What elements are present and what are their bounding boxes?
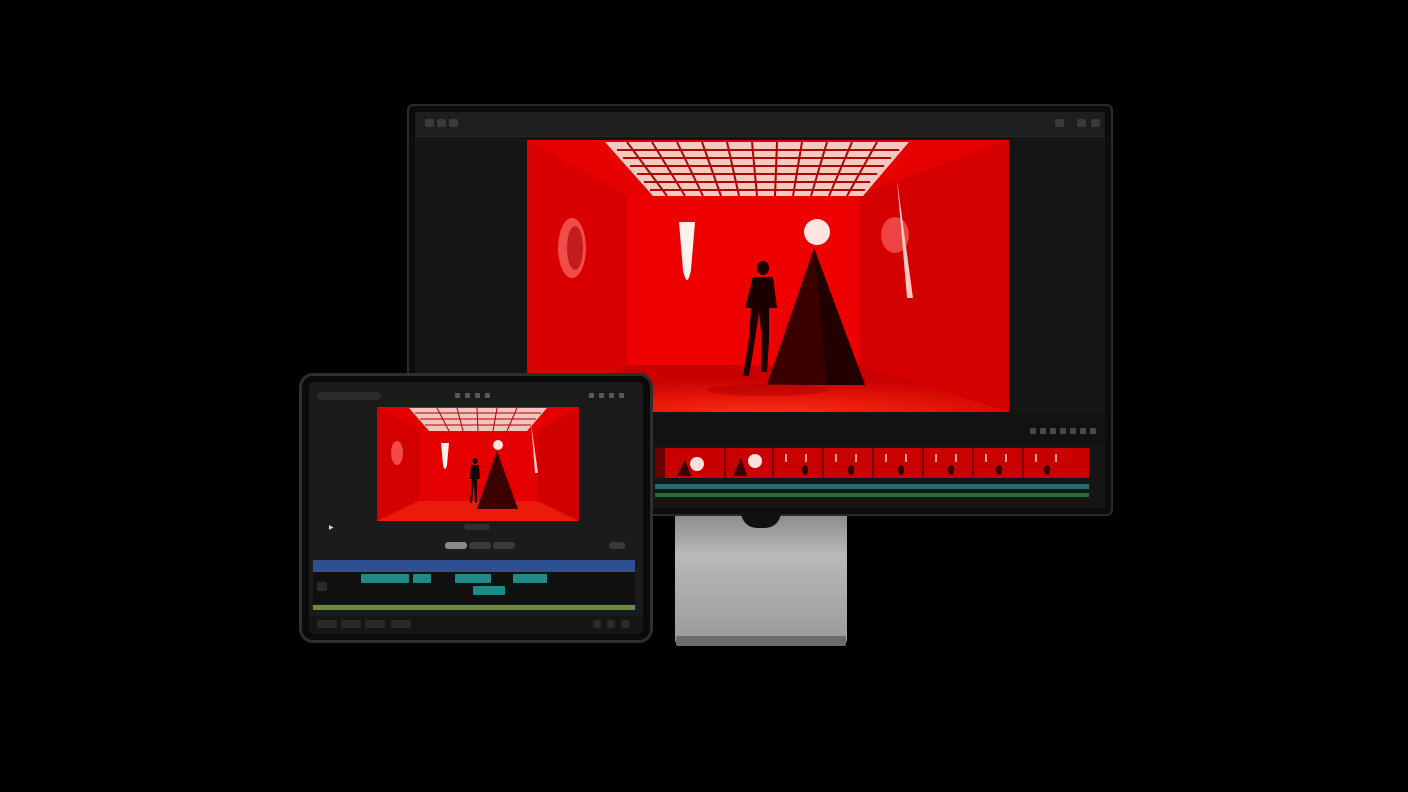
connected-clips-area: [313, 572, 635, 604]
video-viewer[interactable]: [527, 140, 1009, 412]
timeline-clip[interactable]: [361, 574, 409, 583]
bottom-toolbar-button[interactable]: [391, 620, 411, 628]
display-stand-base: [676, 636, 846, 646]
bottom-toolbar-icon[interactable]: [621, 620, 629, 628]
timecode-display: [464, 524, 490, 530]
track-control[interactable]: [317, 582, 327, 591]
control-icon[interactable]: [1050, 428, 1056, 434]
primary-storyline[interactable]: [313, 560, 635, 572]
ipad-device: ▶: [299, 373, 653, 643]
toolbar-icon[interactable]: [609, 393, 614, 398]
segment-button[interactable]: [493, 542, 515, 549]
timeline-option-button[interactable]: [609, 542, 625, 549]
final-cut-pro-ipad: ▶: [309, 382, 643, 634]
toolbar-icon[interactable]: [599, 393, 604, 398]
ipad-video-viewer[interactable]: [377, 407, 579, 521]
timeline-clip[interactable]: [413, 574, 431, 583]
control-icon[interactable]: [1080, 428, 1086, 434]
toolbar-icon[interactable]: [619, 393, 624, 398]
segment-button[interactable]: [469, 542, 491, 549]
bottom-toolbar-button[interactable]: [365, 620, 385, 628]
audio-track[interactable]: [655, 493, 1089, 497]
control-icon[interactable]: [1040, 428, 1046, 434]
control-icon[interactable]: [1070, 428, 1076, 434]
bottom-toolbar-button[interactable]: [317, 620, 337, 628]
toolbar-button[interactable]: [1091, 119, 1100, 127]
bottom-toolbar-icon[interactable]: [593, 620, 601, 628]
toolbar-button[interactable]: [449, 119, 458, 127]
toolbar-icon[interactable]: [485, 393, 490, 398]
timeline-clip[interactable]: [455, 574, 491, 583]
display-stand: [675, 516, 847, 644]
app-toolbar: [415, 112, 1105, 137]
toolbar-icon[interactable]: [465, 393, 470, 398]
toolbar-button[interactable]: [425, 119, 434, 127]
control-icon[interactable]: [1030, 428, 1036, 434]
bottom-toolbar-icon[interactable]: [607, 620, 615, 628]
toolbar-icon[interactable]: [589, 393, 594, 398]
play-button[interactable]: ▶: [329, 524, 334, 531]
timeline-clip[interactable]: [473, 586, 505, 595]
segment-button[interactable]: [445, 542, 467, 549]
bottom-toolbar-button[interactable]: [341, 620, 361, 628]
toolbar-icon[interactable]: [455, 393, 460, 398]
bottom-toolbar: [309, 616, 643, 634]
audio-track[interactable]: [655, 484, 1089, 489]
timeline-filmstrip[interactable]: [655, 448, 1089, 478]
toolbar-button[interactable]: [1077, 119, 1086, 127]
toolbar-icon[interactable]: [475, 393, 480, 398]
control-icon[interactable]: [1060, 428, 1066, 434]
control-icon[interactable]: [1090, 428, 1096, 434]
toolbar-button[interactable]: [1055, 119, 1064, 127]
project-title-pill[interactable]: [317, 392, 381, 400]
audio-track[interactable]: [313, 605, 635, 610]
toolbar-button[interactable]: [437, 119, 446, 127]
timeline-clip[interactable]: [513, 574, 547, 583]
